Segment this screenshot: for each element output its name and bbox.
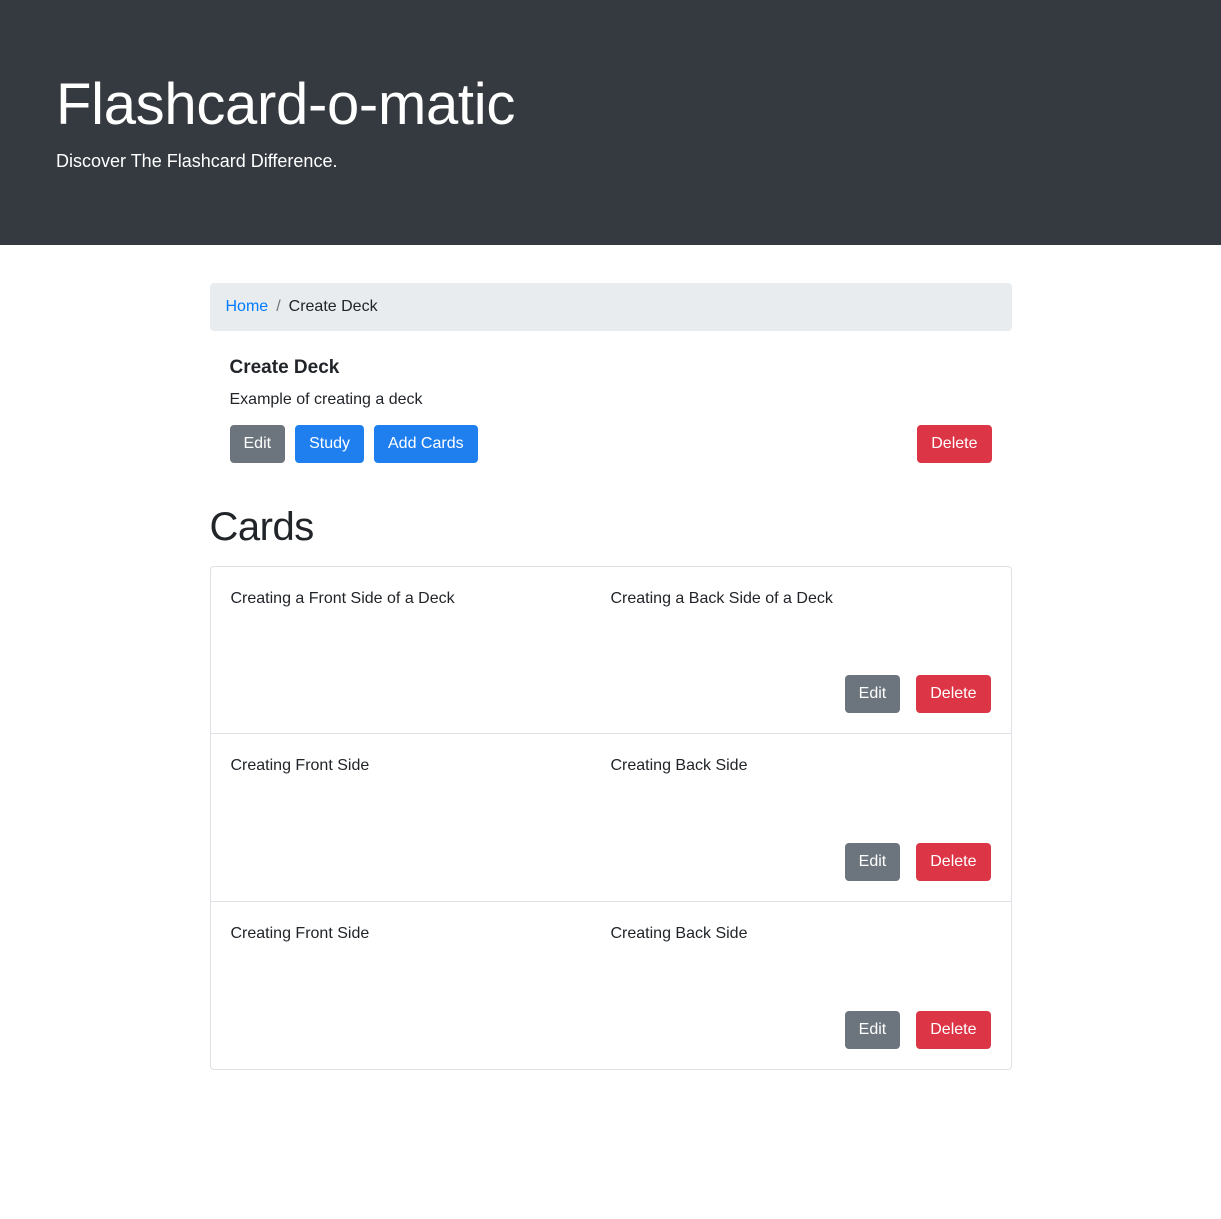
deck-description: Example of creating a deck [229,391,423,408]
deck-name: Create Deck [229,357,340,378]
site-header: Flashcard-o-matic Discover The Flashcard… [0,0,1221,245]
card-sides: Creating a Front Side of a Deck Creating … [231,587,991,611]
site-subtitle: Discover The Flashcard Difference. [56,150,338,171]
deck-summary: Create Deck Example of creating a deck E… [210,331,1012,463]
card-back-text: Creating Back Side [610,757,748,774]
deck-delete-button[interactable]: Delete [917,425,992,463]
card-row-actions: Edit Delete [231,1011,991,1049]
card-back-text: Creating a Back Side of a Deck [610,590,833,607]
card-row: Creating Front Side Creating Back Side Edi… [209,902,1012,1070]
card-delete-button[interactable]: Delete [916,843,991,881]
card-back-text: Creating Back Side [610,925,748,942]
deck-edit-button[interactable]: Edit [229,425,286,463]
card-row: Creating a Front Side of a Deck Creating … [209,566,1012,734]
card-row: Creating Front Side Creating Back Side Edi… [209,734,1012,902]
deck-study-button[interactable]: Study [295,425,364,463]
breadcrumb-link-home[interactable]: Home [226,295,269,319]
deck-actions-left: Edit Study Add Cards [229,425,478,463]
card-front-text: Creating Front Side [230,925,370,942]
card-delete-button[interactable]: Delete [916,675,991,713]
card-front-text: Creating Front Side [230,757,370,774]
cards-list: Creating a Front Side of a Deck Creating … [209,566,1012,1070]
card-edit-button[interactable]: Edit [844,843,901,881]
card-sides: Creating Front Side Creating Back Side [231,754,991,778]
breadcrumb-current: Create Deck [288,298,378,315]
card-row-actions: Edit Delete [231,675,991,713]
card-row-actions: Edit Delete [231,843,991,881]
card-edit-button[interactable]: Edit [844,675,901,713]
breadcrumb-separator: / [276,298,281,315]
card-delete-button[interactable]: Delete [916,1011,991,1049]
cards-heading: Cards [209,505,315,549]
breadcrumb: Home / Create Deck [209,283,1012,331]
card-edit-button[interactable]: Edit [844,1011,901,1049]
site-title: Flashcard-o-matic [56,72,516,138]
card-front-text: Creating a Front Side of a Deck [230,590,455,607]
page-container: Home / Create Deck Create Deck Example o… [209,245,1012,1070]
deck-add-cards-button[interactable]: Add Cards [374,425,478,463]
deck-actions: Edit Study Add Cards Delete [229,425,992,463]
card-sides: Creating Front Side Creating Back Side [231,922,991,946]
